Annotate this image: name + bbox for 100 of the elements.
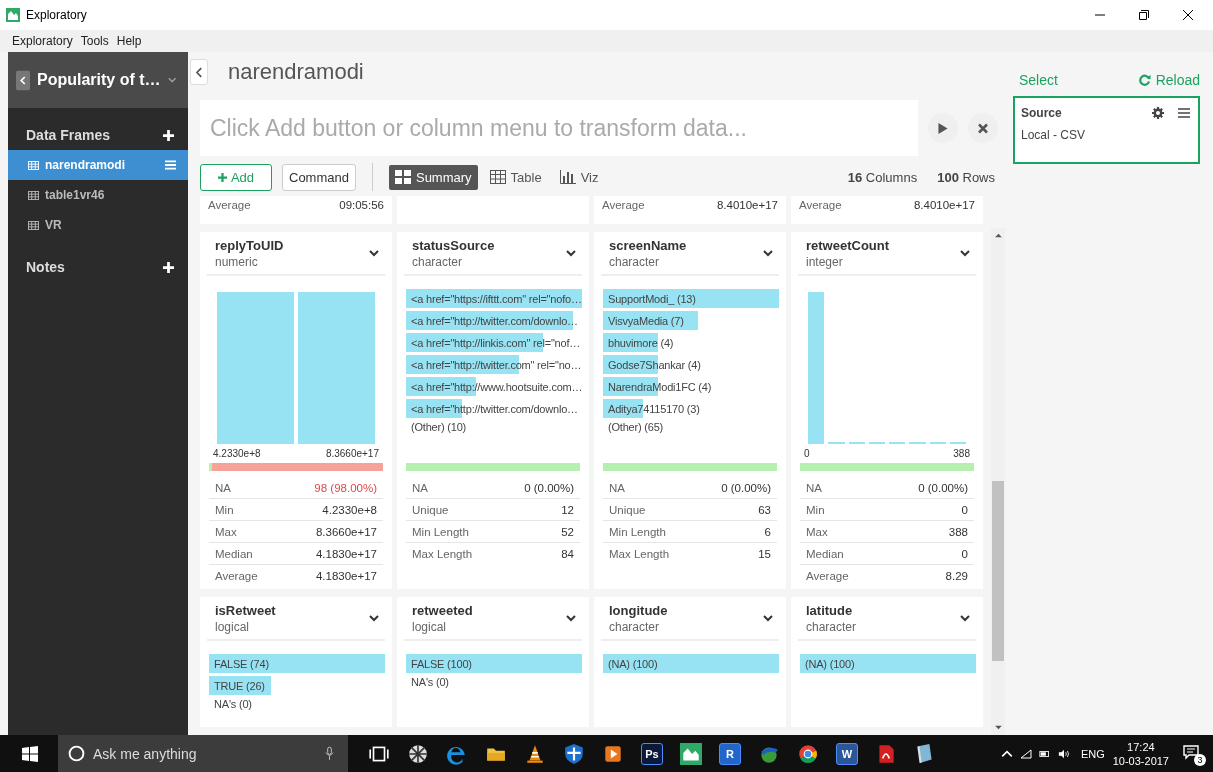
circle-icon [68,745,85,762]
chart-icon[interactable] [680,742,702,765]
menu-item[interactable]: Help [116,34,142,48]
stat-value: 0 [961,503,968,516]
data-frame-item[interactable]: VR [8,210,188,240]
column-type: integer [806,254,844,269]
command-input-field[interactable]: Click Add button or column menu to transform data... [200,100,918,156]
column-type: character [412,254,464,269]
stat-value: 8.4010e+17 [913,199,975,211]
stat-label: Median [215,547,253,560]
value-bar-row: (NA) (100) [800,654,976,673]
row-count: 100 Rows [937,169,995,185]
histogram-bar [889,441,906,444]
scroll-up-icon[interactable] [994,233,1002,238]
stat-value: 52 [561,525,574,538]
scroll-down-icon[interactable] [994,725,1002,730]
notification-icon[interactable] [1183,743,1199,760]
language-indicator[interactable]: ENG [1080,747,1105,760]
section-title: Data Frames [26,127,111,143]
run-button[interactable] [928,113,958,143]
taskbar-search-field[interactable]: Ask me anything [58,735,348,772]
stat-value: 4.2330e+8 [322,503,377,516]
close-icon[interactable] [1183,10,1193,20]
stat-label: Average [602,199,645,211]
stat-value: 84 [561,547,574,560]
chevron-left-icon [195,66,203,78]
shield-icon[interactable] [563,742,585,765]
chevron-down-icon[interactable] [369,614,379,622]
microphone-icon[interactable] [325,746,334,761]
collapse-button[interactable] [190,59,208,85]
app-icon[interactable]: R [719,742,741,765]
chevron-down-icon[interactable] [566,614,576,622]
stat-label: Unique [609,503,646,516]
restore-icon[interactable] [1139,10,1149,20]
pinwheel-icon[interactable] [407,742,429,765]
scrollbar[interactable] [991,228,1005,735]
view-tab[interactable]: Summary [388,164,478,190]
menu-item[interactable]: Tools [80,34,109,48]
stat-label: Max Length [609,547,670,560]
column-type: numeric [215,254,259,269]
data-frame-item[interactable]: table1vr46 [8,180,188,210]
stat-label: NA [215,481,231,494]
app-icon[interactable]: Ps [641,742,663,765]
stat-label: NA [412,481,428,494]
reload-icon [1138,74,1151,86]
histogram-bar [929,441,946,444]
stat-value: 63 [758,503,771,516]
histogram-bar [868,441,885,444]
value-bar-row: <a href="https://ifttt.com" rel="nofo… [406,289,582,308]
chevron-down-icon[interactable] [960,614,970,622]
chevron-down-icon[interactable] [369,249,379,257]
clear-button[interactable] [968,113,998,143]
column-type: logical [412,619,448,634]
stat-value: 8.29 [945,569,968,582]
histogram-bar [848,441,865,444]
menu-item[interactable]: Exploratory [12,34,73,48]
stat-value: 8.4010e+17 [716,199,778,211]
stat-value: 0 (0.00%) [721,481,771,494]
back-icon[interactable] [16,69,30,91]
column-name: screenName [609,237,687,253]
browser-icon[interactable] [797,742,819,765]
value-label: NA's (0) [213,698,252,712]
step-title: Source [1021,106,1063,120]
add-icon[interactable] [163,261,174,273]
histogram-bar [828,441,845,444]
view-tab[interactable]: Table [483,164,548,190]
app-icon[interactable]: W [836,742,858,765]
chevron-down-icon[interactable] [763,614,773,622]
stat-value: 388 [948,525,968,538]
chevron-down-icon[interactable] [763,249,773,257]
stat-label: Average [215,569,258,582]
table-icon [489,170,506,184]
battery-icon[interactable] [1038,748,1051,759]
column-name: isRetweet [215,602,276,618]
settings-icon[interactable] [1152,107,1164,119]
clock[interactable]: 17:24 10-03-2017 [1112,739,1169,768]
step-card[interactable]: Source Local - CSV [1013,96,1200,164]
chevron-down-icon[interactable] [566,249,576,257]
windows-start-icon[interactable] [22,745,38,762]
section-title: Notes [26,259,65,275]
view-tab[interactable]: Viz [553,164,605,190]
stat-value: 0 [961,547,968,560]
table-icon [28,160,39,170]
add-icon[interactable] [163,129,174,141]
speaker-icon[interactable] [1057,748,1070,759]
stat-label: Min Length [412,525,469,538]
plus-icon [217,172,227,182]
stat-value: 0 (0.00%) [918,481,968,494]
value-bar-row: FALSE (100) [406,654,582,673]
axis-label: 8.3660e+17 [325,448,379,459]
column-count: 16 Columns [847,169,918,185]
chevron-down-icon[interactable] [960,249,970,257]
chevron-up-icon[interactable] [1000,748,1013,759]
command-button[interactable]: Command [282,163,356,191]
menu-icon[interactable] [1178,107,1190,119]
value-label: (Other) (65) [607,421,664,435]
column-name: statusSource [412,237,495,253]
value-bar-row: FALSE (74) [209,654,385,673]
play-icon [938,122,948,134]
stat-label: Max [215,525,237,538]
